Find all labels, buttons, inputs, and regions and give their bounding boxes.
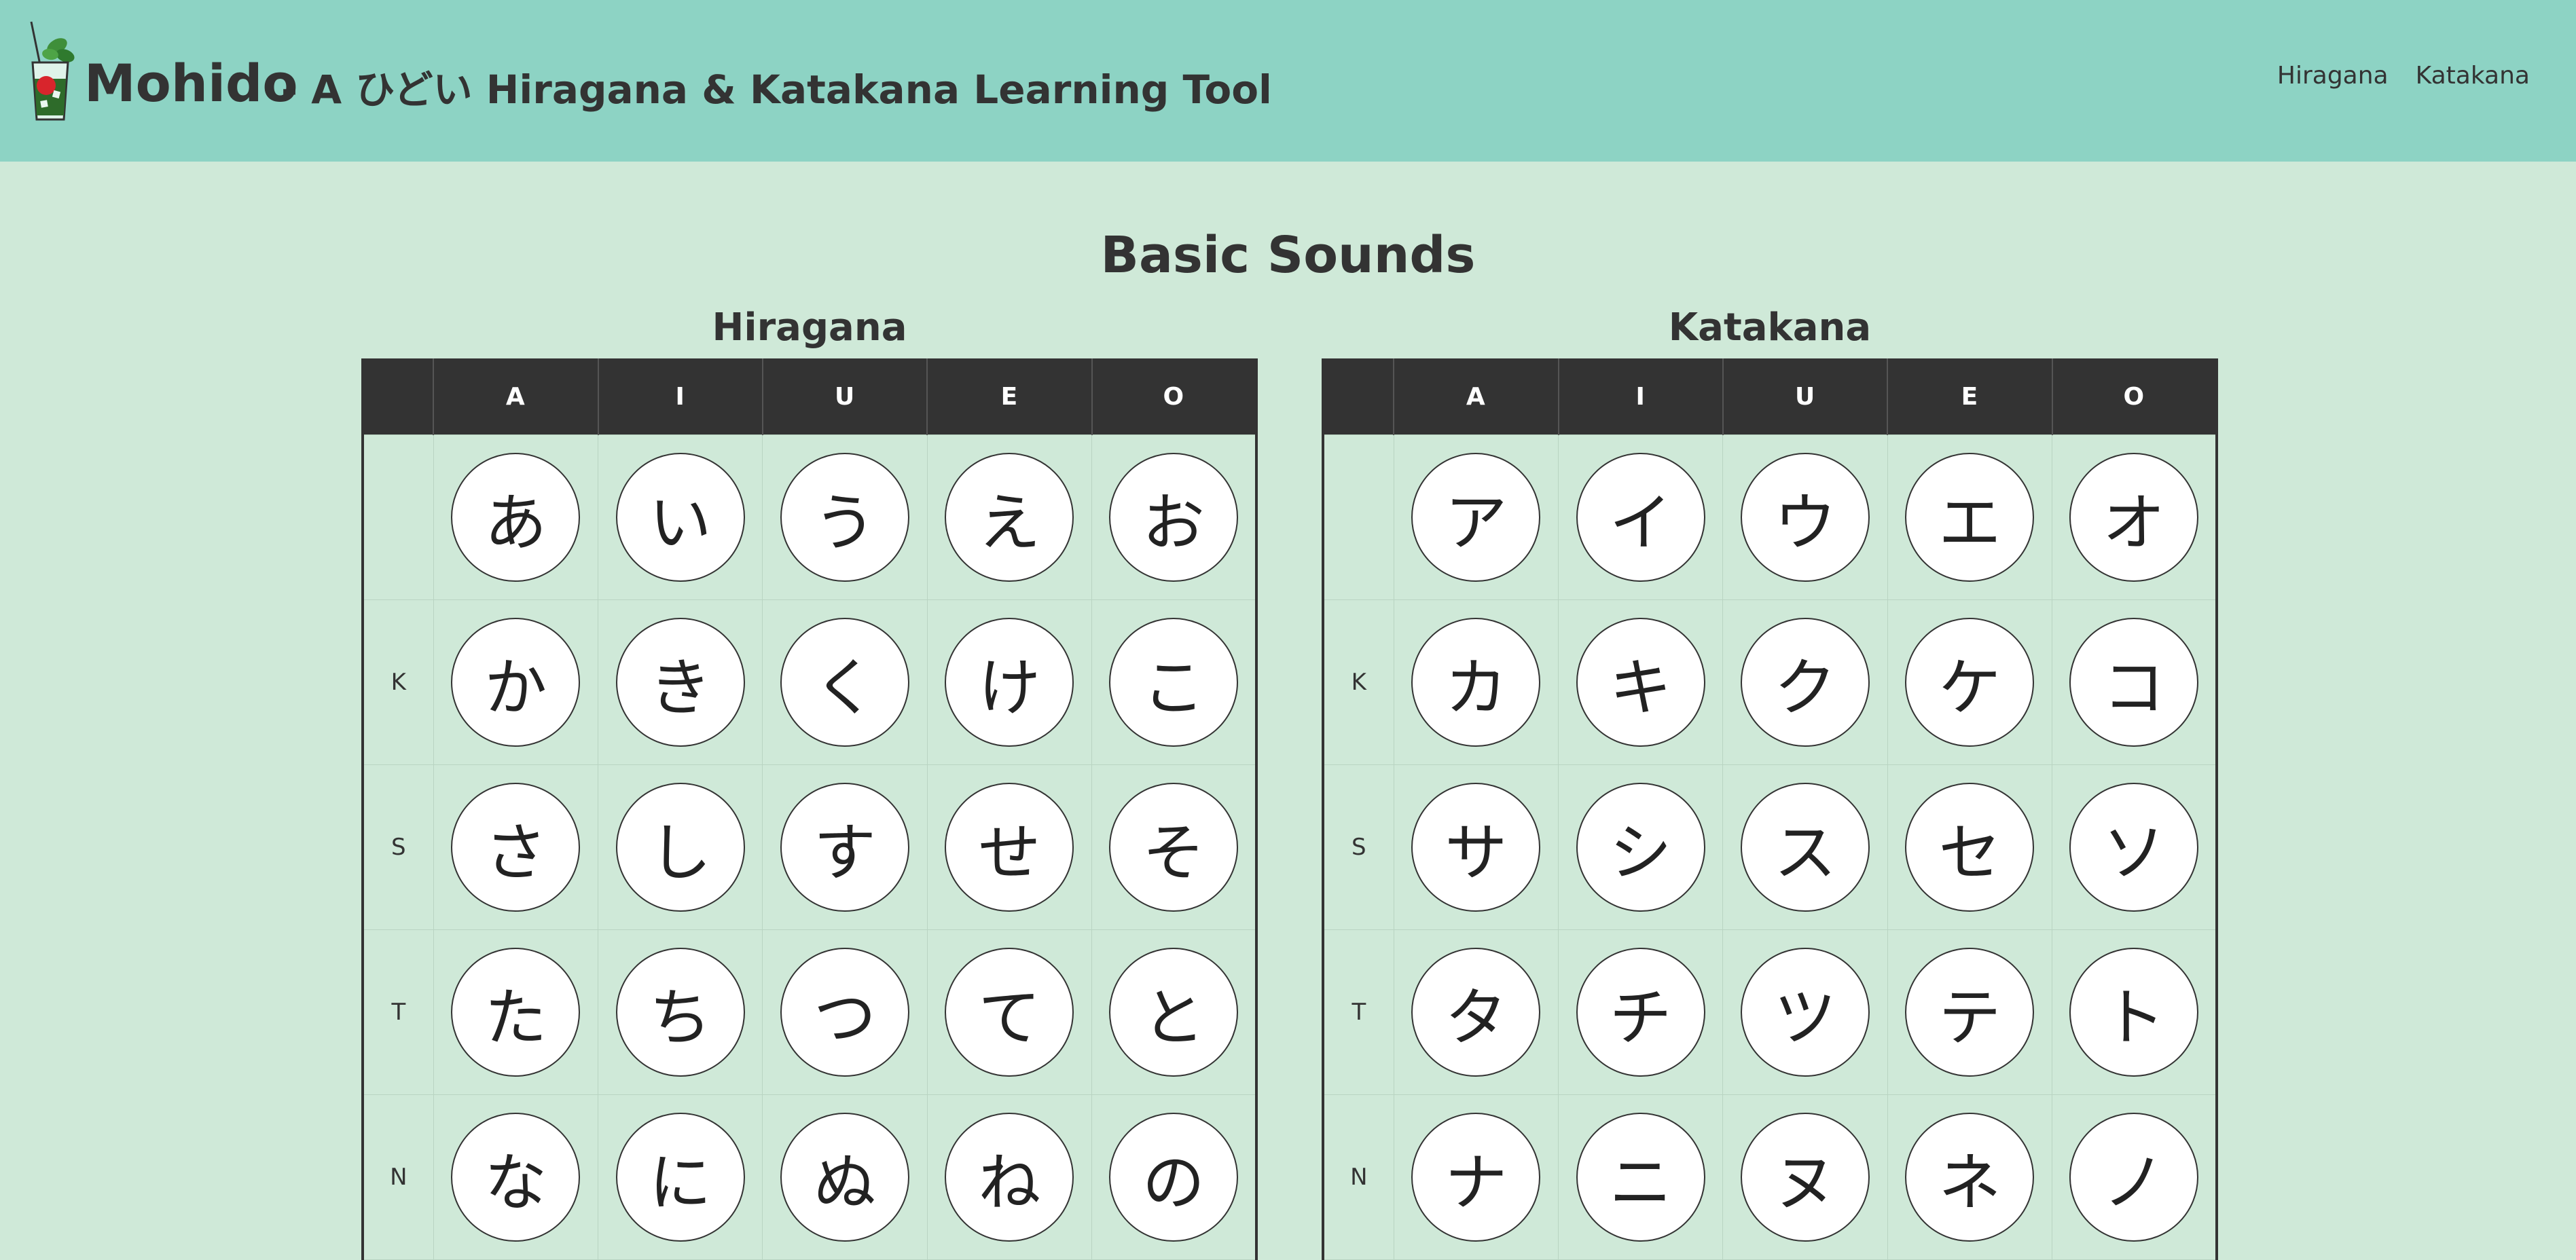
row-label: T	[362, 929, 434, 1095]
row-label: N	[362, 1094, 434, 1260]
kana-button[interactable]: ニ	[1576, 1113, 1705, 1242]
katakana-section: Katakana A I U E O ア イ ウ エ オ K カ キ ク ケ コ…	[1322, 304, 2218, 1260]
table-row: K か き く け こ	[362, 599, 1257, 765]
kana-button[interactable]: オ	[2069, 453, 2199, 582]
row-label: K	[362, 599, 434, 765]
row-label: T	[1322, 929, 1394, 1095]
kana-button[interactable]: ち	[615, 948, 745, 1077]
kana-button[interactable]: ナ	[1411, 1113, 1541, 1242]
kana-button[interactable]: の	[1109, 1113, 1239, 1242]
kana-button[interactable]: ソ	[2069, 783, 2199, 912]
kana-button[interactable]: し	[615, 783, 745, 912]
kana-button[interactable]: す	[780, 783, 910, 912]
kana-button[interactable]: ツ	[1741, 948, 1870, 1077]
kana-button[interactable]: ネ	[1905, 1113, 2035, 1242]
table-header-row: A I U E O	[363, 358, 1256, 435]
kana-button[interactable]: く	[780, 618, 910, 747]
column-header: I	[597, 358, 763, 435]
column-header: U	[1722, 358, 1888, 435]
kana-button[interactable]: つ	[780, 948, 910, 1077]
kana-button[interactable]: あ	[451, 453, 581, 582]
kana-button[interactable]: う	[780, 453, 910, 582]
mojito-glass-icon[interactable]	[26, 20, 75, 122]
row-label: K	[1322, 599, 1394, 765]
kana-button[interactable]: い	[615, 453, 745, 582]
kana-button[interactable]: に	[615, 1113, 745, 1242]
page-title: Basic Sounds	[1100, 226, 1476, 284]
kana-button[interactable]: ト	[2069, 948, 2199, 1077]
kana-button[interactable]: そ	[1109, 783, 1239, 912]
katakana-table: A I U E O ア イ ウ エ オ K カ キ ク ケ コ S サ シ ス …	[1322, 358, 2218, 1260]
brand-name[interactable]: Mohido	[84, 53, 298, 114]
kana-button[interactable]: ぬ	[780, 1113, 910, 1242]
kana-button[interactable]: と	[1109, 948, 1239, 1077]
row-label: S	[1322, 764, 1394, 930]
kana-button[interactable]: キ	[1576, 618, 1705, 747]
row-label: S	[362, 764, 434, 930]
kana-button[interactable]: サ	[1411, 783, 1541, 912]
kana-button[interactable]: シ	[1576, 783, 1705, 912]
kana-button[interactable]: て	[945, 948, 1074, 1077]
nav-link-hiragana[interactable]: Hiragana	[2277, 60, 2389, 92]
kana-button[interactable]: ア	[1411, 453, 1541, 582]
kana-button[interactable]: な	[451, 1113, 581, 1242]
kana-button[interactable]: タ	[1411, 948, 1541, 1077]
table-row: ア イ ウ エ オ	[1322, 434, 2217, 600]
kana-button[interactable]: カ	[1411, 618, 1541, 747]
column-header: I	[1557, 358, 1723, 435]
column-header: E	[926, 358, 1092, 435]
column-header: U	[761, 358, 928, 435]
table-row: T タ チ ツ テ ト	[1322, 929, 2217, 1095]
table-row: N な に ぬ ね の	[362, 1094, 1257, 1260]
kana-button[interactable]: え	[945, 453, 1074, 582]
kana-button[interactable]: イ	[1576, 453, 1705, 582]
kana-button[interactable]: ク	[1741, 618, 1870, 747]
row-label-header	[363, 358, 434, 435]
column-header: E	[1887, 358, 2052, 435]
table-row: K カ キ ク ケ コ	[1322, 599, 2217, 765]
table-header-row: A I U E O	[1323, 358, 2217, 435]
table-row: あ い う え お	[362, 434, 1257, 600]
table-row: S さ し す せ そ	[362, 764, 1257, 930]
kana-button[interactable]: ヌ	[1741, 1113, 1870, 1242]
hiragana-table: A I U E O あ い う え お K か き く け こ S さ し す …	[361, 358, 1258, 1260]
row-label-header	[1323, 358, 1394, 435]
kana-button[interactable]: お	[1109, 453, 1239, 582]
kana-button[interactable]: せ	[945, 783, 1074, 912]
column-header: O	[1091, 358, 1256, 435]
kana-button[interactable]: き	[615, 618, 745, 747]
kana-button[interactable]: チ	[1576, 948, 1705, 1077]
row-label	[1322, 434, 1394, 600]
table-row: S サ シ ス セ ソ	[1322, 764, 2217, 930]
kana-button[interactable]: ス	[1741, 783, 1870, 912]
column-header: A	[433, 358, 598, 435]
kana-button[interactable]: ケ	[1905, 618, 2035, 747]
kana-button[interactable]: け	[945, 618, 1074, 747]
column-header: O	[2051, 358, 2217, 435]
kana-button[interactable]: テ	[1905, 948, 2035, 1077]
site-header: Mohido - A ひどい Hiragana & Katakana Learn…	[0, 0, 2576, 162]
kana-button[interactable]: こ	[1109, 618, 1239, 747]
kana-button[interactable]: ノ	[2069, 1113, 2199, 1242]
kana-button[interactable]: か	[451, 618, 581, 747]
site-tagline: - A ひどい Hiragana & Katakana Learning Too…	[281, 67, 1272, 113]
hiragana-section: Hiragana A I U E O あ い う え お K か き く け こ…	[361, 304, 1258, 1260]
kana-button[interactable]: ね	[945, 1113, 1074, 1242]
kana-button[interactable]: コ	[2069, 618, 2199, 747]
kana-button[interactable]: た	[451, 948, 581, 1077]
kana-button[interactable]: セ	[1905, 783, 2035, 912]
hiragana-title: Hiragana	[712, 305, 907, 350]
kana-button[interactable]: さ	[451, 783, 581, 912]
row-label	[362, 434, 434, 600]
column-header: A	[1393, 358, 1559, 435]
row-label: N	[1322, 1094, 1394, 1260]
table-row: N ナ ニ ヌ ネ ノ	[1322, 1094, 2217, 1260]
table-row: T た ち つ て と	[362, 929, 1257, 1095]
main-nav: Hiragana Katakana	[2277, 60, 2530, 92]
kana-button[interactable]: エ	[1905, 453, 2035, 582]
nav-link-katakana[interactable]: Katakana	[2416, 60, 2530, 92]
kana-button[interactable]: ウ	[1741, 453, 1870, 582]
katakana-title: Katakana	[1668, 305, 1872, 350]
